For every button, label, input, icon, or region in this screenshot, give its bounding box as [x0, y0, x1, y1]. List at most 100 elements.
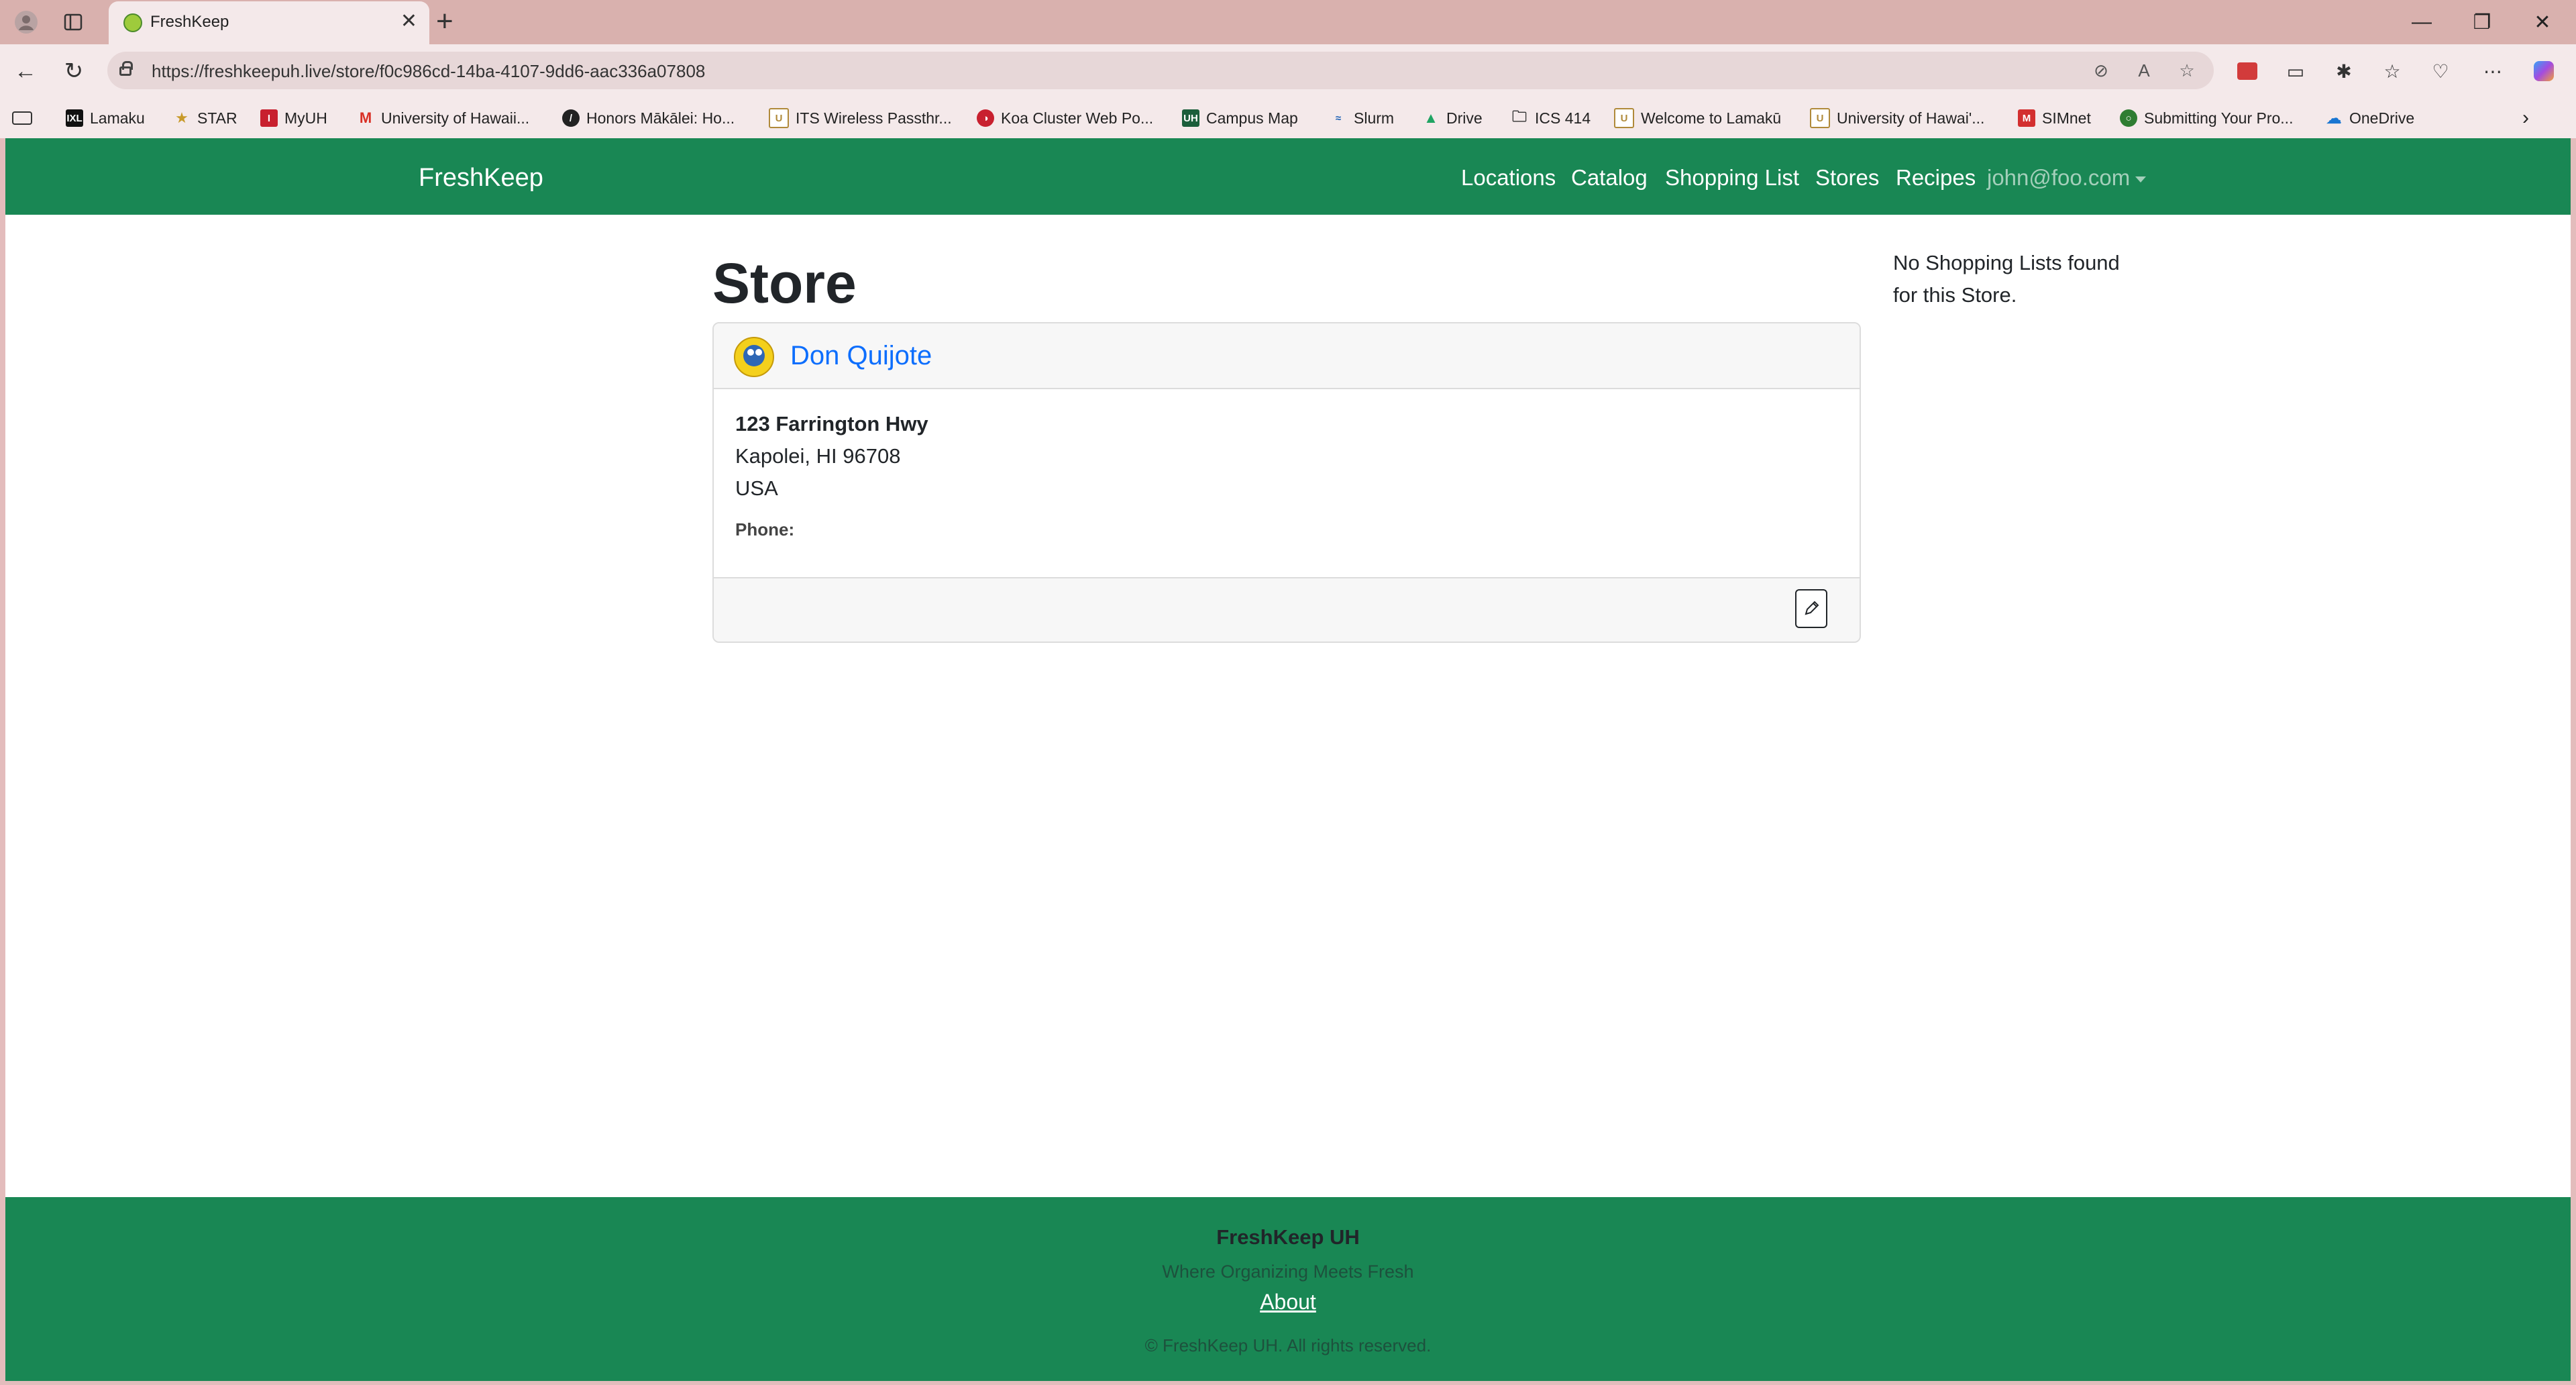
extension-icon[interactable] — [2234, 58, 2261, 85]
favorites-icon[interactable]: ☆ — [2379, 58, 2406, 85]
reload-icon[interactable]: ↻ — [56, 54, 91, 89]
nav-locations[interactable]: Locations — [1461, 165, 1556, 191]
browser-essentials-icon[interactable]: ♡ — [2427, 58, 2454, 85]
footer-title: FreshKeep UH — [1216, 1225, 1360, 1249]
new-tab-button[interactable]: + — [436, 3, 453, 40]
more-menu-icon[interactable]: ⋯ — [2479, 58, 2506, 85]
bookmark-label: Welcome to Lamakū — [1641, 109, 1782, 127]
bookmark-item[interactable]: UH Campus Map — [1182, 106, 1298, 130]
uh-icon: U — [1810, 108, 1830, 128]
bookmark-label: University of Hawaii... — [381, 109, 530, 127]
close-window-icon[interactable]: ✕ — [2522, 7, 2563, 38]
bookmark-label: OneDrive — [2349, 109, 2415, 127]
read-aloud-icon[interactable]: A — [2132, 58, 2156, 83]
address-line2: Kapolei, HI 96708 — [735, 444, 901, 468]
tracking-prevention-icon[interactable]: ⊘ — [2089, 58, 2113, 83]
uh-icon: U — [1614, 108, 1634, 128]
browser-tab[interactable]: FreshKeep ✕ — [109, 1, 429, 44]
bookmark-item[interactable]: M University of Hawaii... — [357, 106, 529, 130]
user-dropdown[interactable]: john@foo.com — [1987, 165, 2147, 191]
user-email: john@foo.com — [1987, 165, 2131, 190]
bookmark-item[interactable]: ≈ Slurm — [1330, 106, 1394, 130]
bookmark-item[interactable]: ◑ Koa Cluster Web Po... — [977, 106, 1153, 130]
footer-copyright: © FreshKeep UH. All rights reserved. — [1144, 1335, 1432, 1355]
nav-shopping-list[interactable]: Shopping List — [1665, 165, 1799, 191]
bookmark-label: University of Hawai'... — [1837, 109, 1985, 127]
close-tab-icon[interactable]: ✕ — [400, 9, 417, 33]
bookmark-item[interactable]: IXL Lamaku — [66, 106, 145, 130]
gmail-icon: M — [359, 109, 372, 126]
lock-icon — [119, 61, 133, 76]
pencil-icon — [1805, 601, 1819, 615]
drive-icon: ▲ — [1424, 109, 1438, 126]
address-bar[interactable]: https://freshkeepuh.live/store/f0c986cd-… — [107, 52, 2214, 89]
bookmark-label: SIMnet — [2042, 109, 2091, 127]
edit-store-button[interactable] — [1795, 589, 1827, 628]
phone-label: Phone: — [735, 519, 795, 540]
freshkeep-favicon-icon — [123, 13, 142, 32]
bookmark-label: ICS 414 — [1535, 109, 1591, 127]
footer-about: About — [5, 1290, 2571, 1315]
honors-icon: / — [562, 109, 580, 127]
bookmark-item[interactable]: ▲ Drive — [1422, 106, 1483, 130]
bookmark-item[interactable]: ☁ OneDrive — [2325, 106, 2414, 130]
bookmark-label: Lamaku — [90, 109, 145, 127]
bookmark-label: Drive — [1446, 109, 1483, 127]
address-line1: 123 Farrington Hwy — [735, 412, 928, 435]
tab-title: FreshKeep — [150, 13, 229, 31]
bookmark-item[interactable]: U ITS Wireless Passthr... — [769, 106, 952, 130]
bookmark-item[interactable]: / Honors Mākālei: Ho... — [562, 106, 735, 130]
navbar-brand[interactable]: FreshKeep — [419, 164, 543, 193]
restore-icon[interactable]: ❐ — [2462, 7, 2502, 38]
bookmarks-bar: IXL Lamaku ★ STAR I MyUH M University of Haw… — [0, 98, 2576, 138]
address-country: USA — [735, 476, 778, 500]
nav-stores[interactable]: Stores — [1815, 165, 1879, 191]
dropdown-caret-icon — [2135, 176, 2147, 183]
tab-actions-icon[interactable] — [56, 5, 90, 39]
minimize-icon[interactable]: — — [2402, 7, 2442, 38]
myuh-icon: I — [260, 109, 278, 127]
koa-icon: ◑ — [977, 109, 994, 127]
site-navbar: FreshKeep Locations Catalog Shopping Lis… — [5, 138, 2571, 215]
more-bookmarks-chevron-icon[interactable]: › — [2522, 106, 2529, 130]
page-title: Store — [712, 252, 857, 315]
lamaku-icon: IXL — [66, 109, 83, 127]
footer-tagline: Where Organizing Meets Fresh — [1162, 1262, 1414, 1282]
back-icon[interactable]: ← — [8, 54, 43, 89]
bookmarks-toggle-icon[interactable] — [12, 106, 32, 130]
bookmark-item[interactable]: U University of Hawai'... — [1810, 106, 1984, 130]
bookmark-label: STAR — [197, 109, 237, 127]
bookmark-item[interactable]: 🗀 ICS 414 — [1511, 106, 1591, 130]
bookmark-label: ITS Wireless Passthr... — [796, 109, 952, 127]
store-card-header: Don Quijote — [714, 323, 1860, 389]
star-icon: ★ — [175, 109, 189, 126]
bookmark-item[interactable]: M SIMnet — [2018, 106, 2091, 130]
bookmark-item[interactable]: ★ STAR — [173, 106, 237, 130]
store-logo-icon — [734, 337, 774, 377]
extensions-puzzle-icon[interactable]: ✱ — [2330, 58, 2357, 85]
store-card-footer — [714, 577, 1860, 642]
favorite-star-icon[interactable]: ☆ — [2175, 58, 2199, 83]
simnet-icon: M — [2018, 109, 2035, 127]
bookmark-label: Honors Mākālei: Ho... — [586, 109, 735, 127]
no-shopping-lists-message: No Shopping Lists found for this Store. — [1893, 251, 2120, 307]
url-text[interactable]: https://freshkeepuh.live/store/f0c986cd-… — [152, 61, 705, 82]
uh-icon: UH — [1182, 109, 1199, 127]
nav-catalog[interactable]: Catalog — [1571, 165, 1648, 191]
bookmark-label: MyUH — [284, 109, 327, 127]
tab-strip: FreshKeep ✕ + — ❐ ✕ — [0, 0, 2576, 44]
site-footer: FreshKeep UH Where Organizing Meets Fres… — [5, 1197, 2571, 1381]
bookmark-label: Slurm — [1354, 109, 1395, 127]
store-name-link[interactable]: Don Quijote — [790, 341, 932, 371]
bookmark-item[interactable]: ○ Submitting Your Pro... — [2120, 106, 2293, 130]
profile-icon[interactable] — [9, 5, 43, 39]
submit-icon: ○ — [2120, 109, 2137, 127]
nav-recipes[interactable]: Recipes — [1896, 165, 1976, 191]
reading-view-icon[interactable]: ▭ — [2282, 58, 2309, 85]
page-viewport: FreshKeep Locations Catalog Shopping Lis… — [5, 138, 2571, 1381]
copilot-icon[interactable] — [2530, 58, 2557, 85]
bookmark-item[interactable]: I MyUH — [260, 106, 327, 130]
bookmark-item[interactable]: U Welcome to Lamakū — [1614, 106, 1781, 130]
about-link[interactable]: About — [1260, 1290, 1316, 1314]
uh-icon: U — [769, 108, 789, 128]
